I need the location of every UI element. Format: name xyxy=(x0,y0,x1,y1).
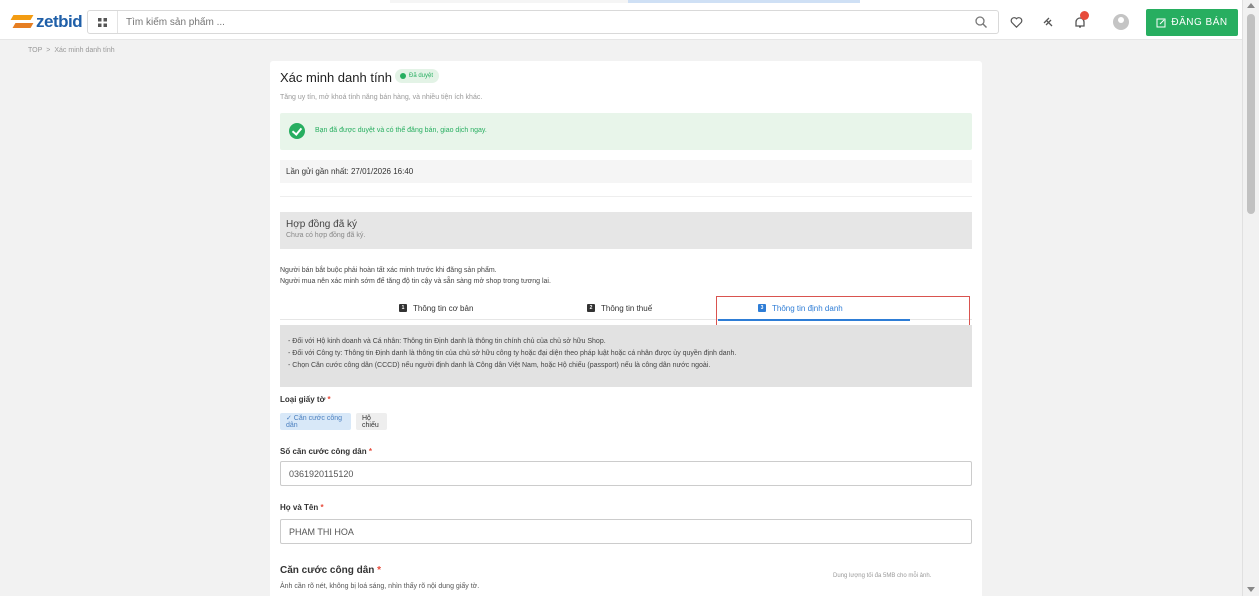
info-line: - Chọn Căn cước công dân (CCCD) nếu ngườ… xyxy=(288,362,711,369)
full-name-label: Họ và Tên * xyxy=(280,503,324,512)
id-number-label: Số căn cước công dân * xyxy=(280,447,372,456)
id-docs-title: Căn cước công dân * xyxy=(280,565,382,576)
success-alert: Bạn đã được duyệt và có thể đăng bán, gi… xyxy=(280,113,972,150)
breadcrumb: TOP > Xác minh danh tính xyxy=(28,47,115,54)
scroll-up-icon[interactable] xyxy=(1247,3,1255,8)
avatar[interactable] xyxy=(1113,14,1129,30)
doc-type-id-card[interactable]: ✓ Căn cước công dân xyxy=(280,413,351,430)
scroll-down-icon[interactable] xyxy=(1247,587,1255,592)
heart-icon[interactable] xyxy=(1007,13,1025,31)
header: zetbid ĐĂNG BÁN xyxy=(0,4,1242,40)
check-circle-icon xyxy=(289,123,305,139)
breadcrumb-separator: > xyxy=(46,47,51,54)
scrollbar[interactable] xyxy=(1242,0,1259,596)
info-box: - Đối với Hộ kinh doanh và Cá nhân: Thôn… xyxy=(280,325,972,387)
tab-strip-active xyxy=(628,0,860,3)
sell-button[interactable]: ĐĂNG BÁN xyxy=(1146,9,1238,36)
notification-dot xyxy=(1080,11,1089,20)
breadcrumb-current: Xác minh danh tính xyxy=(54,47,115,54)
note-line: Người bán bắt buộc phải hoàn tất xác min… xyxy=(280,267,497,274)
gavel-icon[interactable] xyxy=(1039,13,1057,31)
contract-subtitle: Chưa có hợp đồng đã ký. xyxy=(286,232,366,239)
id-docs-limit: Dung lượng tối đa 5MB cho mỗi ảnh. xyxy=(833,573,932,579)
sell-button-label: ĐĂNG BÁN xyxy=(1171,17,1228,28)
logo-text: zetbid xyxy=(36,12,83,31)
info-line: - Đối với Công ty: Thông tin Định danh l… xyxy=(288,350,737,357)
note-line: Người mua nên xác minh sớm để tăng độ ti… xyxy=(280,278,551,285)
logo[interactable]: zetbid xyxy=(12,10,83,34)
tab-number: 2 xyxy=(587,304,595,312)
category-menu-button[interactable] xyxy=(88,11,118,33)
search-bar xyxy=(87,10,999,34)
tab-basic-info[interactable]: 1 Thông tin cơ bản xyxy=(399,297,473,319)
divider xyxy=(280,196,972,197)
search-input[interactable] xyxy=(126,14,926,30)
search-icon[interactable] xyxy=(974,15,988,29)
tab-tax-info[interactable]: 2 Thông tin thuế xyxy=(587,297,652,319)
page-title: Xác minh danh tính xyxy=(280,70,393,85)
tab-bar: 1 Thông tin cơ bản 2 Thông tin thuế 3 Th… xyxy=(280,292,972,336)
doc-type-label: Loại giấy tờ * xyxy=(280,395,331,404)
tab-label: Thông tin thuế xyxy=(601,303,653,313)
scroll-thumb[interactable] xyxy=(1247,14,1255,214)
last-sent: Lần gửi gần nhất: 27/01/2026 16:40 xyxy=(280,160,972,183)
grid-icon xyxy=(98,17,107,27)
info-line: - Đối với Hộ kinh doanh và Cá nhân: Thôn… xyxy=(288,338,606,345)
notes: Người bán bắt buộc phải hoàn tất xác min… xyxy=(280,265,551,287)
tab-label: Thông tin cơ bản xyxy=(413,303,474,313)
tab-number: 1 xyxy=(399,304,407,312)
success-message: Bạn đã được duyệt và có thể đăng bán, gi… xyxy=(315,127,487,134)
full-name-field[interactable]: PHAM THI HOA xyxy=(280,519,972,544)
logo-icon xyxy=(12,13,34,31)
page-subtitle: Tăng uy tín, mở khoá tính năng bán hàng,… xyxy=(280,94,483,101)
edit-icon xyxy=(1156,18,1166,27)
id-number-field[interactable]: 0361920115120 xyxy=(280,461,972,486)
doc-type-passport[interactable]: Hộ chiếu xyxy=(356,413,387,430)
status-badge: Đã duyệt xyxy=(395,69,440,83)
breadcrumb-home[interactable]: TOP xyxy=(28,47,42,54)
verification-card: Xác minh danh tính Đã duyệt Tăng uy tín,… xyxy=(270,61,982,596)
contract-box: Hợp đồng đã ký Chưa có hợp đồng đã ký. xyxy=(280,212,972,249)
id-docs-hint: Ảnh cần rõ nét, không bị loá sáng, nhìn … xyxy=(280,583,480,590)
contract-title: Hợp đồng đã ký xyxy=(286,219,358,230)
